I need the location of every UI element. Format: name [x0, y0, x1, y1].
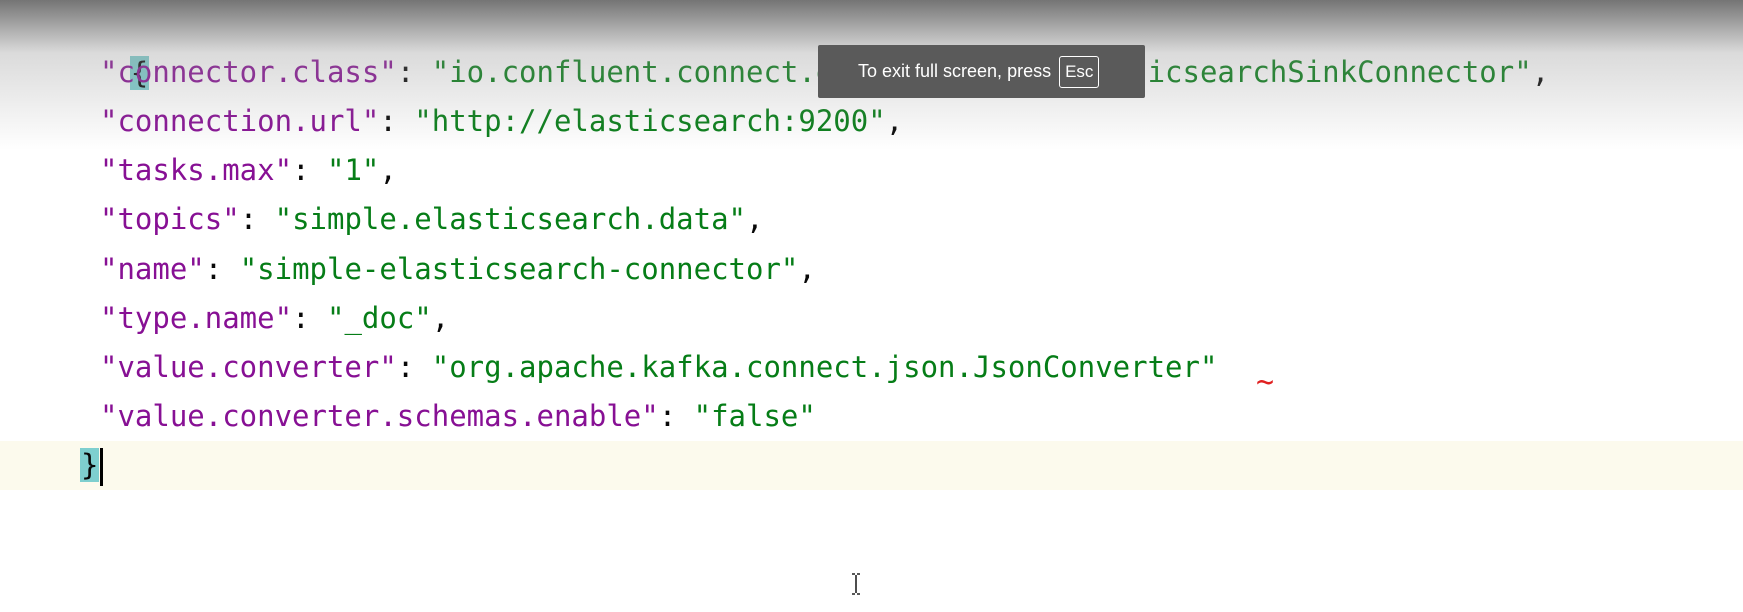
json-value: "simple.elasticsearch.data" [274, 202, 747, 236]
trailing-comma: , [885, 104, 904, 138]
json-key: "connection.url" [100, 104, 380, 138]
json-key: "type.name" [100, 301, 293, 335]
code-line-close-brace[interactable]: } [0, 441, 1743, 490]
json-value: "simple-elasticsearch-connector" [239, 252, 799, 286]
separator: : [239, 202, 275, 236]
separator: : [292, 301, 327, 335]
code-line[interactable]: "tasks.max": "1", [0, 146, 1743, 195]
code-line[interactable]: "topics": "simple.elasticsearch.data", [0, 195, 1743, 244]
json-value: "org.apache.kafka.connect.json.JsonConve… [431, 350, 1218, 384]
json-key: "value.converter.schemas.enable" [100, 399, 659, 433]
fullscreen-notice-text: To exit full screen, press [858, 61, 1052, 81]
trailing-comma: , [1531, 55, 1550, 89]
code-line-open-brace[interactable]: { [0, 0, 1743, 90]
json-value: "_doc" [326, 301, 432, 335]
error-marker[interactable]: ~ [1256, 368, 1274, 398]
code-line[interactable]: "value.converter.schemas.enable": "false… [0, 392, 1743, 441]
separator: : [396, 350, 432, 384]
json-value: "false" [693, 399, 816, 433]
code-line[interactable]: "type.name": "_doc", [0, 294, 1743, 343]
text-caret [100, 448, 104, 486]
trailing-comma: , [798, 252, 816, 286]
fullscreen-exit-notice: To exit full screen, press Esc [818, 45, 1145, 98]
close-brace: } [80, 448, 100, 482]
separator: : [379, 104, 415, 138]
separator: : [292, 153, 327, 187]
code-line[interactable]: "name": "simple-elasticsearch-connector"… [0, 245, 1743, 294]
code-line[interactable]: "value.converter": "org.apache.kafka.con… [0, 343, 1743, 398]
trailing-comma: , [431, 301, 450, 335]
separator: : [658, 399, 694, 433]
separator: : [204, 252, 240, 286]
trailing-comma: , [379, 153, 397, 187]
json-key: "topics" [100, 202, 240, 236]
json-value: "1" [326, 153, 380, 187]
text-cursor-icon [852, 573, 860, 595]
json-key: "value.converter" [100, 350, 397, 384]
json-key: "name" [100, 252, 205, 286]
json-key: "tasks.max" [100, 153, 293, 187]
json-value: "http://elasticsearch:9200" [414, 104, 886, 138]
esc-key-badge: Esc [1059, 55, 1100, 88]
trailing-comma: , [746, 202, 764, 236]
code-line[interactable]: "connection.url": "http://elasticsearch:… [0, 97, 1743, 146]
json-key: "connector.class" [100, 55, 397, 89]
separator: : [396, 55, 432, 89]
